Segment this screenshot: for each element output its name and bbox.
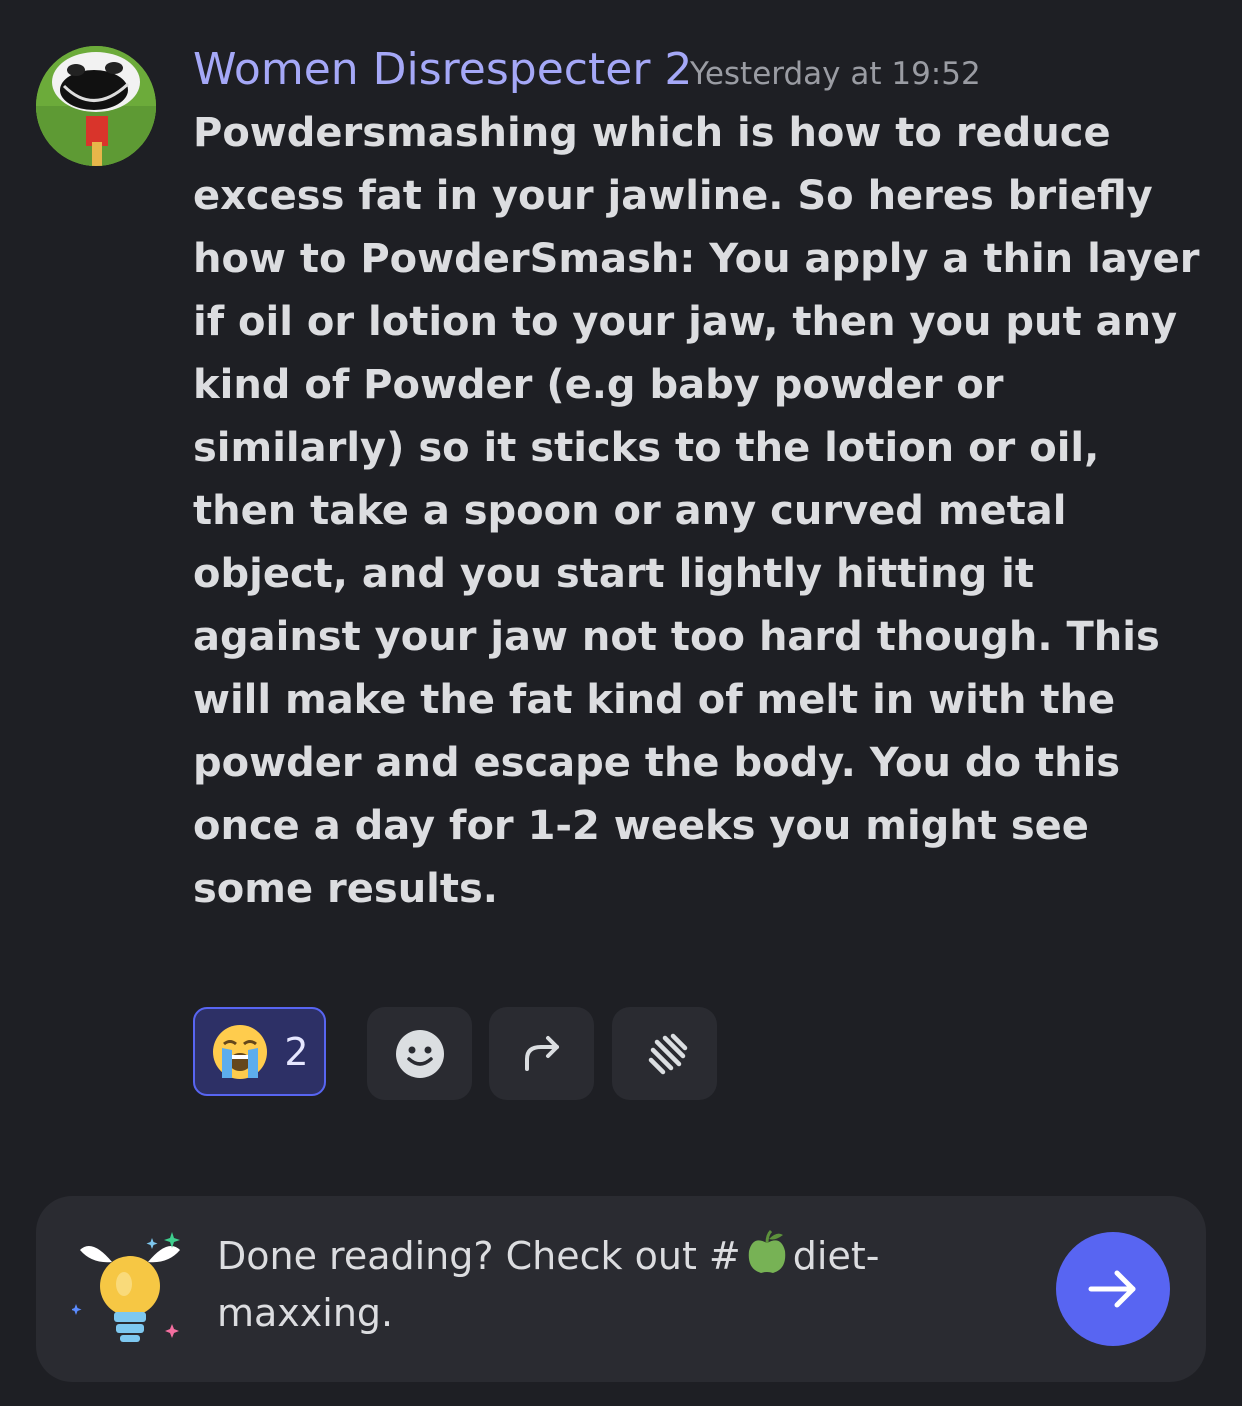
chat-view: Women Disrespecter 2 Yesterday at 19:52 …	[0, 0, 1242, 1406]
avatar[interactable]	[36, 46, 156, 166]
message-content: Powdersmashing which is how to reduce ex…	[193, 110, 1200, 912]
forward-button[interactable]	[489, 1007, 594, 1100]
arrow-right-icon	[1088, 1270, 1136, 1308]
winged-lightbulb-icon	[70, 1228, 188, 1352]
add-reaction-button[interactable]	[367, 1007, 472, 1100]
loudly-crying-face-icon	[213, 1024, 268, 1079]
message-timestamp: Yesterday at 19:52	[690, 56, 981, 92]
banner-text-before: Done reading? Check out #	[217, 1234, 741, 1278]
message-author[interactable]: Women Disrespecter 2	[193, 40, 692, 100]
reaction-count: 2	[284, 1029, 309, 1074]
avatar-troll-face-icon	[36, 46, 156, 166]
smiley-face-icon	[395, 1029, 444, 1078]
banner-text: Done reading? Check out # diet-maxxing.	[217, 1228, 917, 1342]
reaction-loudly-crying[interactable]: 2	[193, 1007, 326, 1096]
forward-arrow-icon	[524, 1035, 559, 1071]
green-apple-icon	[748, 1229, 786, 1273]
burst-icon	[648, 1033, 687, 1074]
channel-suggestion-banner: Done reading? Check out # diet-maxxing.	[36, 1196, 1206, 1382]
super-reaction-button[interactable]	[612, 1007, 717, 1100]
go-to-channel-button[interactable]	[1056, 1232, 1170, 1346]
